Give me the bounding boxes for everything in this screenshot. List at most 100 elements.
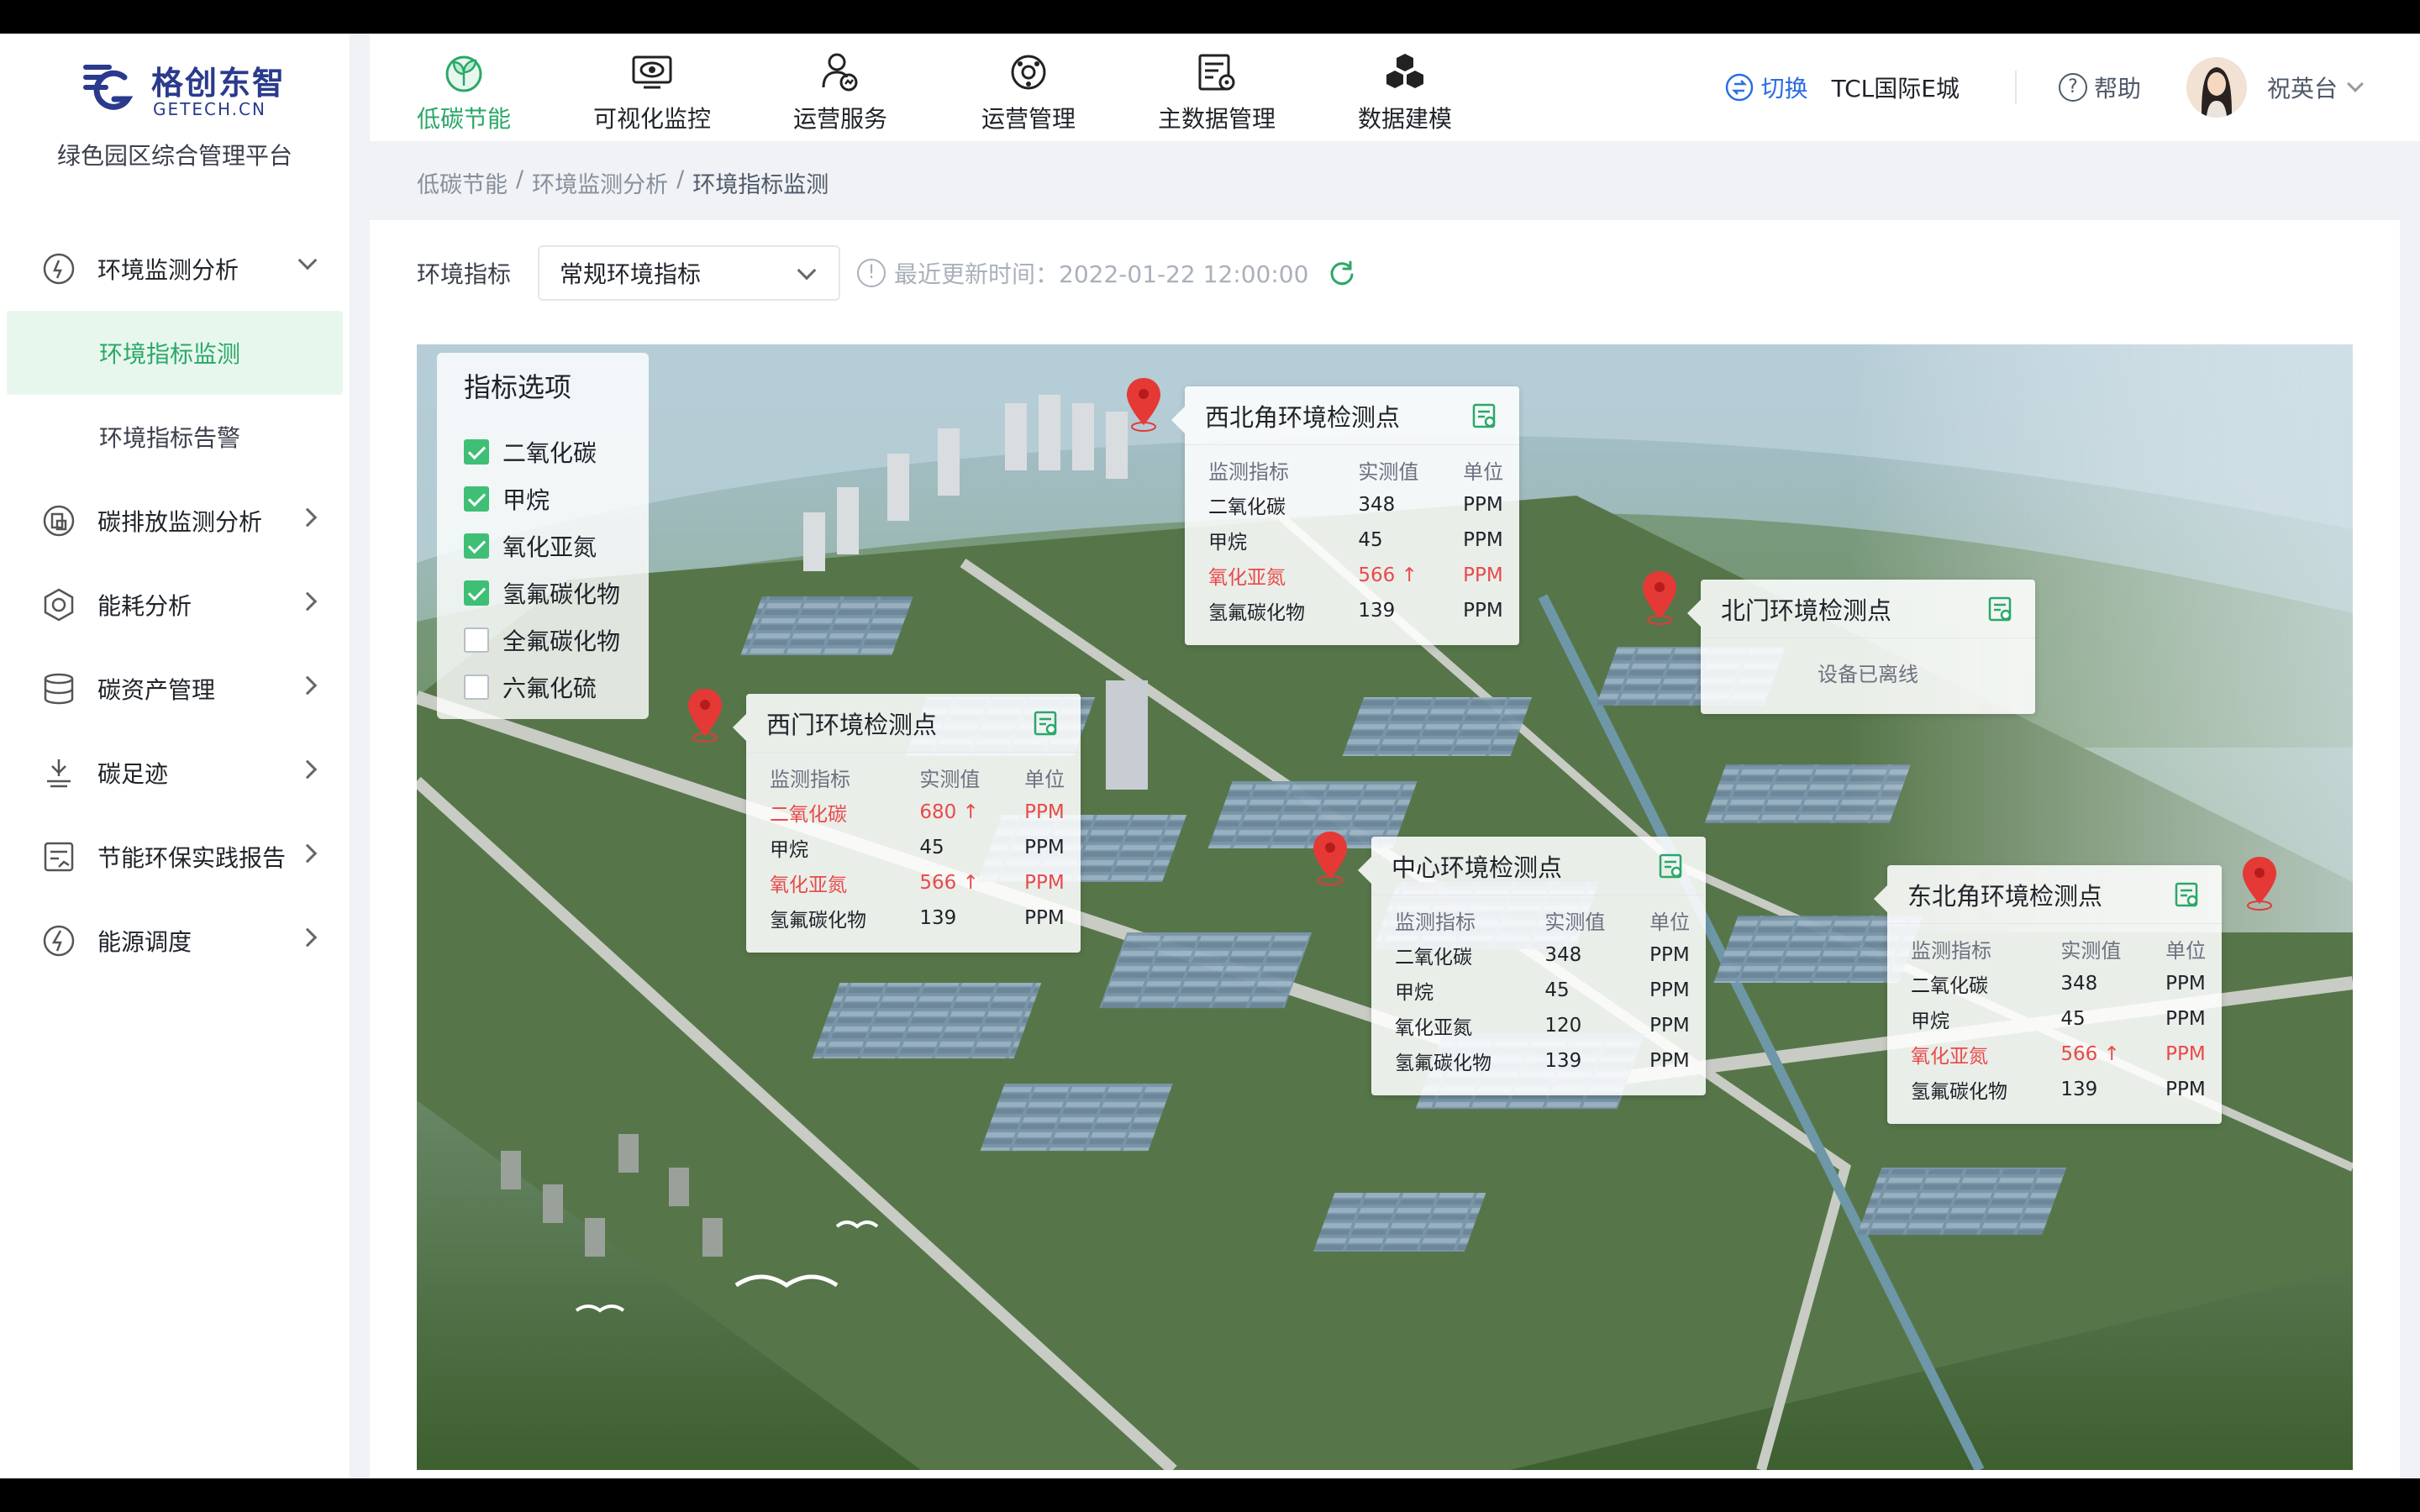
- footprint-icon: [40, 754, 77, 791]
- app-window: 格创东智 GETECH.CN 绿色园区综合管理平台 环境监测分析 环境指标监测 …: [0, 34, 2420, 1478]
- indicator-unit: PPM: [1649, 944, 1690, 966]
- checkbox-checked-icon[interactable]: [464, 533, 489, 559]
- sidebar-item-energy-dispatch[interactable]: 能源调度: [0, 899, 350, 983]
- indicator-name: 氢氟碳化物: [1395, 1053, 1491, 1074]
- top-header: 低碳节能 可视化监控 运营服务 运营管理 主数据管理 数据建模 切换 TCL国际…: [370, 34, 2420, 141]
- indicator-option-label: 二氧化碳: [502, 439, 597, 467]
- top-nav: 低碳节能 可视化监控 运营服务 运营管理 主数据管理 数据建模: [370, 34, 1499, 141]
- indicator-value: 139: [1358, 600, 1396, 622]
- tab-operation-management[interactable]: 运营管理: [934, 34, 1123, 141]
- indicator-value: 45: [919, 837, 944, 858]
- sidebar-subitem-env-indicator-alarm[interactable]: 环境指标告警: [0, 395, 350, 479]
- switch-site-button[interactable]: 切换: [1724, 71, 1808, 104]
- indicator-unit: PPM: [2165, 1008, 2206, 1030]
- table-row: 氢氟碳化物 139 PPM: [1887, 1072, 2222, 1107]
- sidebar-item-energy-analysis[interactable]: 能耗分析: [0, 563, 350, 647]
- location-pin-icon[interactable]: [1640, 570, 1679, 625]
- chevron-right-icon: [297, 843, 318, 864]
- chevron-right-icon: [297, 675, 318, 696]
- checkbox-unchecked-icon[interactable]: [464, 627, 489, 653]
- table-row: 二氧化碳 348 PPM: [1371, 937, 1706, 973]
- switch-icon: [1725, 73, 1753, 102]
- indicator-name: 二氧化碳: [1208, 496, 1286, 518]
- sidebar-item-carbon-footprint[interactable]: 碳足迹: [0, 731, 350, 815]
- sidebar-item-practice-report[interactable]: 节能环保实践报告: [0, 815, 350, 899]
- indicator-option-sf6[interactable]: 六氟化硫: [464, 664, 620, 711]
- indicator-unit: PPM: [2165, 1043, 2206, 1065]
- sidebar-subitem-env-indicator-monitoring[interactable]: 环境指标监测: [7, 311, 343, 395]
- indicator-name: 二氧化碳: [1911, 975, 1988, 997]
- checkbox-unchecked-icon[interactable]: [464, 675, 489, 700]
- sidebar-item-env-monitoring[interactable]: 环境监测分析: [0, 227, 350, 311]
- station-card-header: 中心环境检测点: [1371, 837, 1706, 895]
- tab-label: 可视化监控: [592, 105, 711, 133]
- table-row: 氧化亚氮 566 ↑ PPM: [1887, 1037, 2222, 1072]
- table-row: 甲烷 45 PPM: [1371, 973, 1706, 1008]
- brand-logo[interactable]: 格创东智 GETECH.CN: [81, 55, 299, 131]
- sidebar-item-label: 碳足迹: [97, 760, 169, 788]
- indicator-option-co2[interactable]: 二氧化碳: [464, 428, 620, 475]
- indicator-option-ch4[interactable]: 甲烷: [464, 475, 620, 522]
- breadcrumb-item[interactable]: 环境监测分析: [532, 166, 668, 199]
- indicator-option-pfc[interactable]: 全氟碳化物: [464, 617, 620, 664]
- chevron-down-icon[interactable]: [2347, 76, 2364, 92]
- checkbox-checked-icon[interactable]: [464, 439, 489, 465]
- indicator-type-select[interactable]: 常规环境指标: [538, 245, 841, 301]
- indicator-name: 甲烷: [1395, 982, 1434, 1004]
- tab-visual-monitoring[interactable]: 可视化监控: [558, 34, 746, 141]
- detail-doc-icon[interactable]: [1470, 402, 1499, 430]
- service-user-icon: [817, 49, 864, 96]
- indicator-name: 氧化亚氮: [1395, 1017, 1472, 1039]
- station-name: 东北角环境检测点: [1907, 881, 2103, 911]
- refresh-icon[interactable]: [1327, 258, 1357, 288]
- indicator-unit: PPM: [1024, 872, 1065, 894]
- location-pin-icon[interactable]: [2240, 855, 2279, 911]
- tab-data-modeling[interactable]: 数据建模: [1311, 34, 1499, 141]
- detail-doc-icon[interactable]: [1986, 595, 2015, 623]
- indicator-option-hfc[interactable]: 氢氟碳化物: [464, 570, 620, 617]
- checkbox-checked-icon[interactable]: [464, 580, 489, 606]
- tab-operation-service[interactable]: 运营服务: [746, 34, 934, 141]
- logo-text-en: GETECH.CN: [153, 99, 266, 119]
- avatar[interactable]: [2186, 57, 2247, 118]
- detail-doc-icon[interactable]: [2173, 880, 2202, 909]
- checkbox-checked-icon[interactable]: [464, 486, 489, 512]
- indicator-unit: PPM: [1463, 600, 1503, 622]
- sidebar-item-label: 节能环保实践报告: [97, 844, 287, 872]
- sidebar-item-carbon-asset[interactable]: 碳资产管理: [0, 647, 350, 731]
- station-card-header: 西北角环境检测点: [1185, 386, 1519, 445]
- sidebar-item-label: 能源调度: [97, 928, 192, 956]
- breadcrumb-item[interactable]: 低碳节能: [417, 166, 508, 199]
- user-name[interactable]: 祝英台: [2267, 71, 2338, 104]
- detail-doc-icon[interactable]: [1657, 852, 1686, 880]
- chevron-down-icon: [797, 260, 817, 281]
- location-pin-icon[interactable]: [686, 687, 724, 743]
- column-header: 单位: [1463, 459, 1504, 484]
- indicator-unit: PPM: [2165, 973, 2206, 995]
- offline-status: 设备已离线: [1818, 662, 1918, 686]
- station-card-west: 西门环境检测点 监测指标 实测值 单位 二氧化碳 680 ↑ PPM 甲烷 45 PPM 氧…: [733, 694, 1081, 953]
- tab-master-data[interactable]: 主数据管理: [1123, 34, 1311, 141]
- report-icon: [40, 838, 77, 875]
- breadcrumb-current: 环境指标监测: [692, 172, 829, 198]
- station-data-table: 监测指标 实测值 单位 二氧化碳 348 PPM 甲烷 45 PPM 氧化亚氮 566 ↑ PP…: [1887, 931, 2222, 1107]
- sidebar-item-carbon-emission[interactable]: 碳排放监测分析: [0, 479, 350, 563]
- tab-low-carbon[interactable]: 低碳节能: [370, 34, 558, 141]
- column-header: 实测值: [1358, 459, 1419, 484]
- column-header: 单位: [2165, 938, 2207, 963]
- location-pin-icon[interactable]: [1124, 376, 1163, 432]
- indicator-option-n2o[interactable]: 氧化亚氮: [464, 522, 620, 570]
- indicator-name: 氢氟碳化物: [770, 910, 866, 932]
- detail-doc-icon[interactable]: [1032, 709, 1060, 738]
- indicator-option-label: 氧化亚氮: [502, 533, 597, 561]
- help-button[interactable]: ? 帮助: [2058, 71, 2141, 104]
- chevron-right-icon: [297, 759, 318, 780]
- location-pin-icon[interactable]: [1311, 830, 1349, 885]
- sidebar: 格创东智 GETECH.CN 绿色园区综合管理平台 环境监测分析 环境指标监测 …: [0, 34, 350, 1478]
- column-header: 实测值: [2060, 938, 2122, 963]
- indicator-unit: PPM: [1024, 801, 1065, 823]
- logo-mark-icon: [83, 65, 134, 110]
- park-map[interactable]: 指标选项 二氧化碳 甲烷 氧化亚氮 氢氟碳化物 全氟碳化物 六氟化硫 西北角环境…: [417, 344, 2353, 1470]
- station-card-header: 北门环境检测点: [1701, 580, 2035, 638]
- indicator-name: 甲烷: [1208, 532, 1247, 554]
